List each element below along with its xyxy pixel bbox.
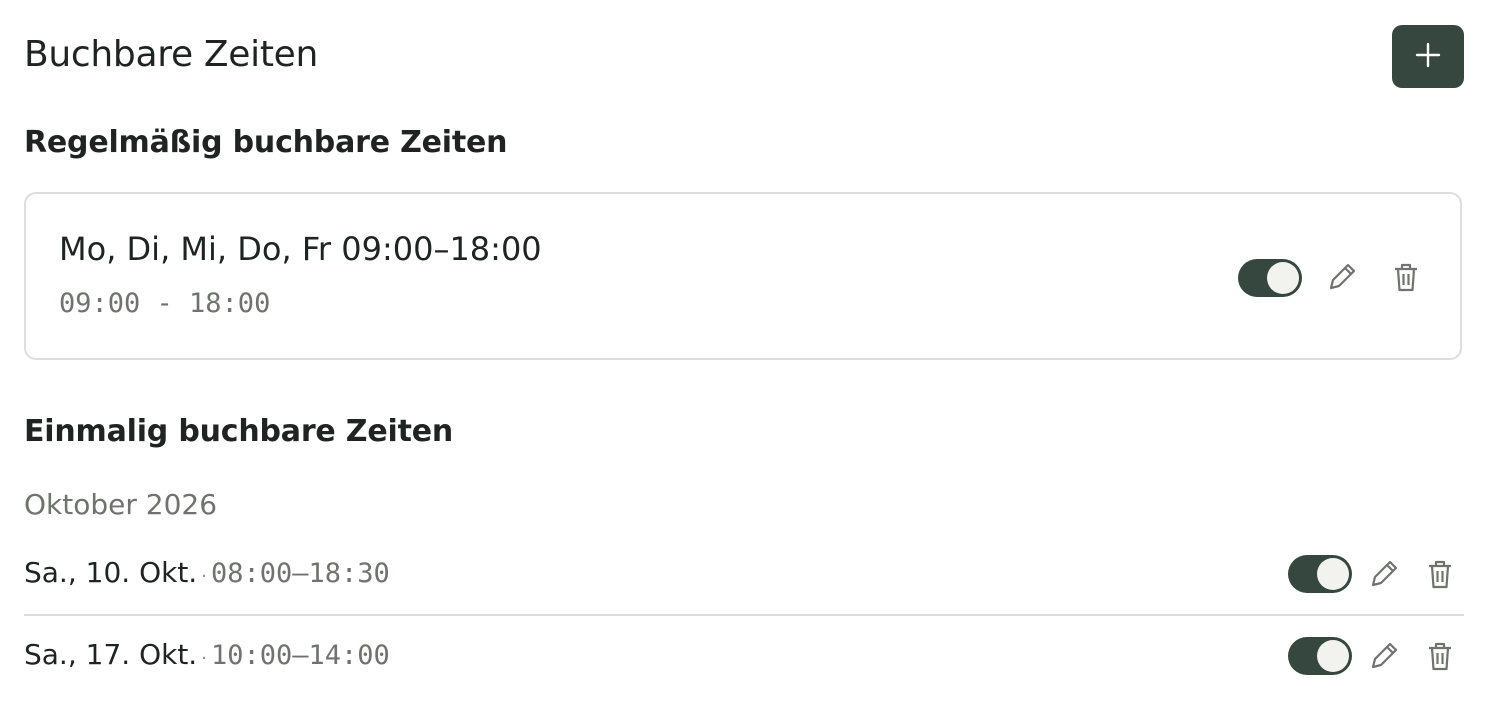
list-item: Sa., 17. Okt. · 10:00–14:00 xyxy=(24,616,1464,696)
regular-times-heading: Regelmäßig buchbare Zeiten xyxy=(24,125,508,160)
trash-icon[interactable] xyxy=(1423,639,1457,673)
separator-dot: · xyxy=(201,566,207,587)
regular-time-toggle[interactable] xyxy=(1238,259,1302,297)
page-title: Buchbare Zeiten xyxy=(24,34,319,75)
edit-pencil-icon[interactable] xyxy=(1367,639,1401,673)
toggle-knob xyxy=(1317,640,1349,672)
list-item: Sa., 10. Okt. · 08:00–18:30 xyxy=(24,534,1464,614)
separator-dot: · xyxy=(201,648,207,669)
one-time-toggle[interactable] xyxy=(1288,555,1352,593)
edit-pencil-icon[interactable] xyxy=(1325,260,1359,294)
toggle-knob xyxy=(1267,262,1299,294)
edit-pencil-icon[interactable] xyxy=(1367,557,1401,591)
add-time-button[interactable] xyxy=(1392,25,1464,88)
trash-icon[interactable] xyxy=(1389,260,1423,294)
trash-icon[interactable] xyxy=(1423,557,1457,591)
regular-time-card: Mo, Di, Mi, Do, Fr 09:00–18:00 09:00 - 1… xyxy=(24,192,1462,360)
row-date: Sa., 10. Okt. xyxy=(24,556,198,589)
regular-time-range: 09:00 - 18:00 xyxy=(59,288,271,319)
month-label: Oktober 2026 xyxy=(24,488,218,521)
row-date: Sa., 17. Okt. xyxy=(24,638,198,671)
one-time-toggle[interactable] xyxy=(1288,637,1352,675)
regular-time-title: Mo, Di, Mi, Do, Fr 09:00–18:00 xyxy=(59,230,542,268)
row-time: 08:00–18:30 xyxy=(210,558,390,589)
row-time: 10:00–14:00 xyxy=(210,640,390,671)
toggle-knob xyxy=(1317,558,1349,590)
plus-icon xyxy=(1415,42,1441,71)
one-time-heading: Einmalig buchbare Zeiten xyxy=(24,414,454,449)
